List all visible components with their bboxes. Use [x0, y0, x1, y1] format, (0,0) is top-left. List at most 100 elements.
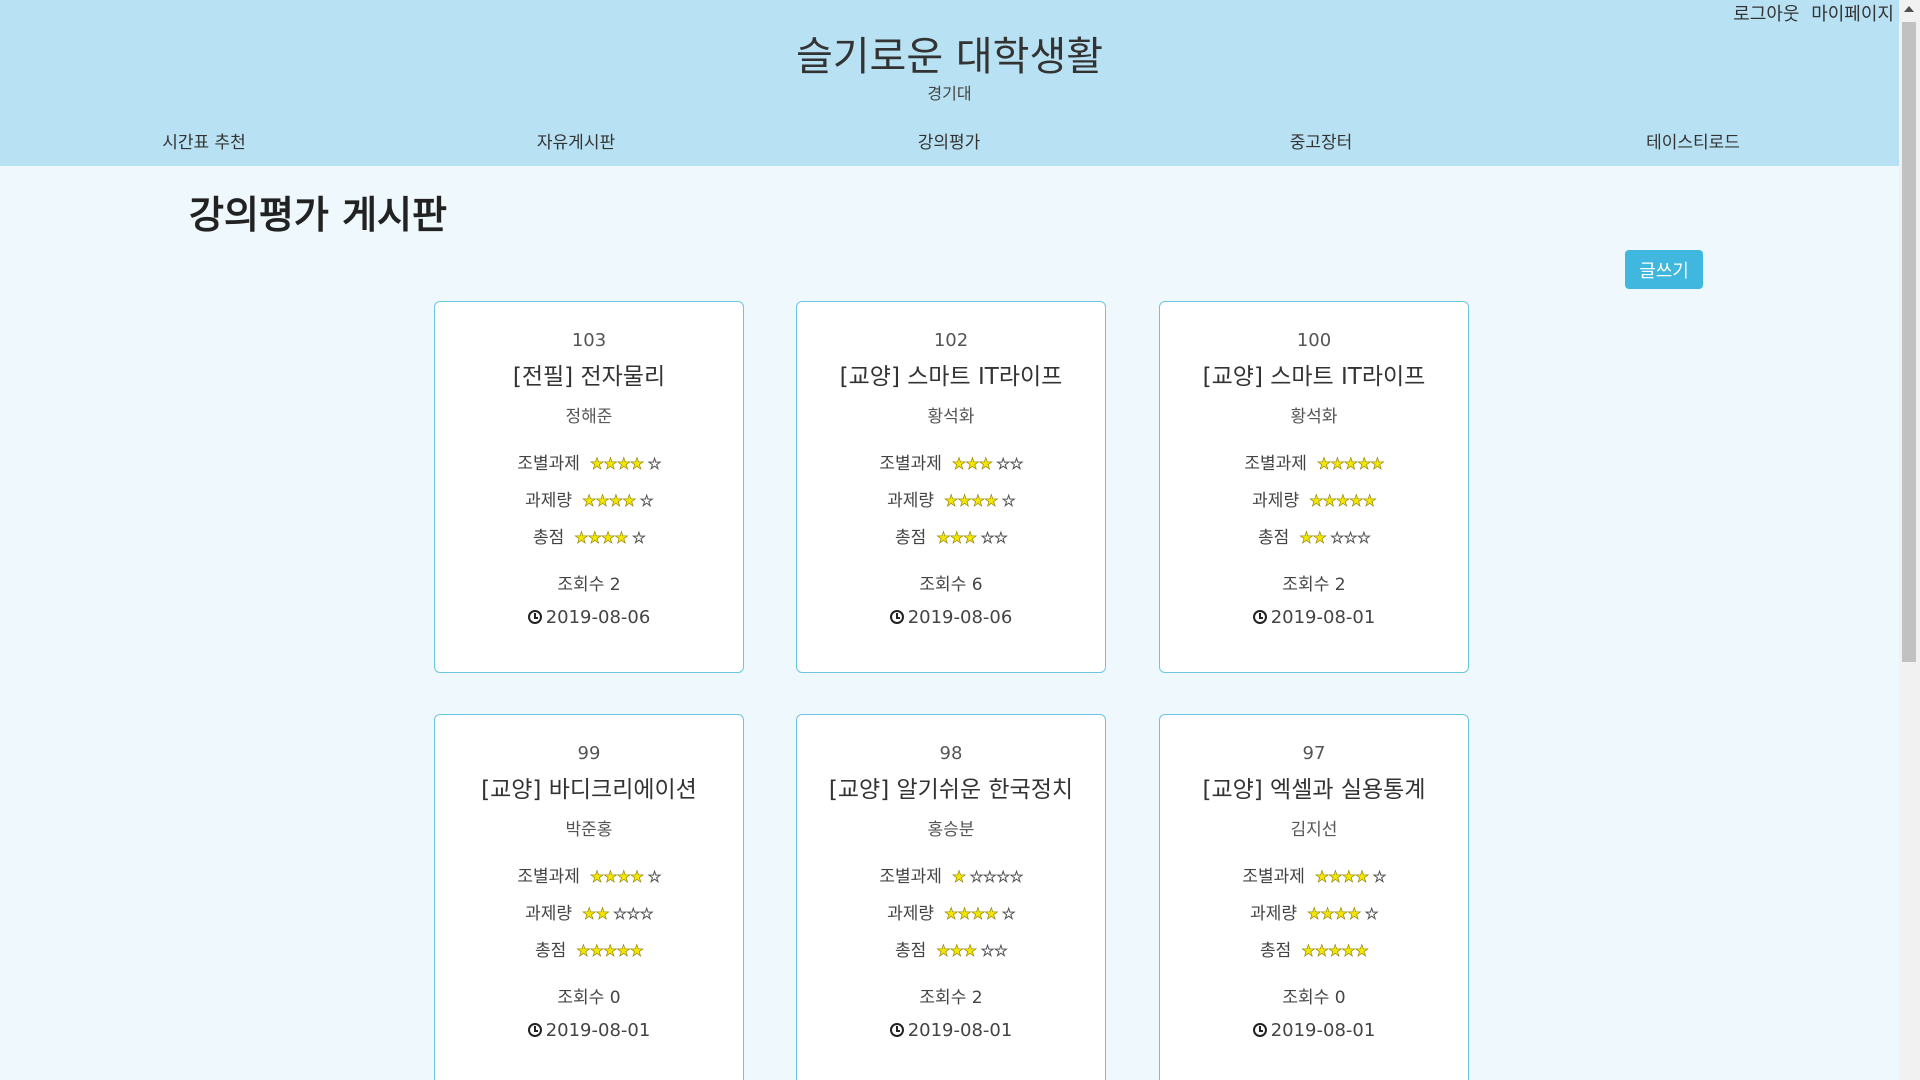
- star-rating-icon: ★★★★ ☆: [589, 867, 662, 887]
- views-label: 조회수: [1282, 575, 1330, 595]
- rating-label: 조별과제: [879, 454, 942, 474]
- site-title[interactable]: 슬기로운 대학생활: [0, 24, 1899, 82]
- view-count: 조회수 0: [1160, 983, 1468, 1008]
- auth-links: 로그아웃 마이페이지: [1727, 0, 1894, 26]
- nav-item-free-board[interactable]: 자유게시판: [537, 128, 615, 153]
- rating-label: 총점: [532, 528, 565, 548]
- post-number: 100: [1296, 330, 1332, 351]
- views-label: 조회수: [919, 988, 967, 1008]
- course-title: [교양] 스마트 IT라이프: [839, 364, 1063, 390]
- rating-team: 조별과제 ★★★ ☆☆: [797, 449, 1105, 474]
- logout-link[interactable]: 로그아웃: [1733, 4, 1799, 25]
- star-rating-icon: ★★★★ ☆: [944, 491, 1016, 511]
- views-value: 2: [971, 988, 983, 1008]
- rating-label: 과제량: [887, 491, 935, 511]
- rating-overall: 총점 ★★★ ☆☆: [797, 936, 1105, 961]
- site-header: 로그아웃 마이페이지 슬기로운 대학생활 경기대 시간표 추천 자유게시판 강의…: [0, 0, 1899, 166]
- rating-label: 조별과제: [1244, 454, 1307, 474]
- professor-name: 박준홍: [565, 820, 613, 840]
- star-rating-icon: ★★★★ ☆: [1314, 867, 1387, 887]
- course-title: [교양] 알기쉬운 한국정치: [828, 777, 1074, 803]
- post-date: 2019-08-01: [797, 1020, 1105, 1041]
- view-count: 조회수 2: [435, 570, 743, 595]
- rating-label: 총점: [894, 941, 927, 961]
- date-value: 2019-08-01: [907, 1020, 1013, 1041]
- views-value: 2: [609, 575, 621, 595]
- rating-workload: 과제량 ★★ ☆☆☆: [435, 899, 743, 924]
- views-value: 2: [1334, 575, 1346, 595]
- date-value: 2019-08-06: [545, 607, 651, 628]
- clock-icon: [889, 610, 904, 624]
- review-card[interactable]: 100 [교양] 스마트 IT라이프 황석화 조별과제 ★★★★★ 과제량 ★★★★★ 총점 ★…: [1159, 301, 1469, 673]
- post-date: 2019-08-01: [1160, 1020, 1468, 1041]
- rating-workload: 과제량 ★★★★ ☆: [797, 899, 1105, 924]
- star-rating-icon: ★★★★★: [576, 941, 644, 961]
- rating-workload: 과제량 ★★★★ ☆: [435, 486, 743, 511]
- professor-name: 황석화: [927, 407, 975, 427]
- site-subtitle: 경기대: [927, 84, 972, 103]
- mypage-link[interactable]: 마이페이지: [1811, 4, 1894, 25]
- nav-item-lecture-review[interactable]: 강의평가: [918, 128, 981, 153]
- date-value: 2019-08-01: [545, 1020, 651, 1041]
- rating-overall: 총점 ★★★★★: [1160, 936, 1468, 961]
- professor-name: 정해준: [565, 407, 613, 427]
- review-card[interactable]: 103 [전필] 전자물리 정해준 조별과제 ★★★★ ☆ 과제량 ★★★★ ☆ 총점 ★★★★…: [434, 301, 744, 673]
- rating-team: 조별과제 ★★★★ ☆: [1160, 862, 1468, 887]
- views-value: 6: [971, 575, 983, 595]
- course-title: [교양] 바디크리에이션: [481, 777, 697, 803]
- post-number: 102: [933, 330, 969, 351]
- scrollbar[interactable]: [1899, 0, 1920, 1080]
- clock-icon: [889, 1023, 904, 1037]
- rating-workload: 과제량 ★★★★ ☆: [1160, 899, 1468, 924]
- nav-item-tasty-road[interactable]: 테이스티로드: [1646, 128, 1740, 153]
- scroll-up-arrow-icon[interactable]: [1904, 6, 1914, 12]
- rating-overall: 총점 ★★★★★: [435, 936, 743, 961]
- write-button[interactable]: 글쓰기: [1625, 250, 1703, 289]
- page-title: 강의평가 게시판: [189, 193, 447, 237]
- rating-overall: 총점 ★★★ ☆☆: [797, 523, 1105, 548]
- star-rating-icon: ★ ☆☆☆☆: [951, 867, 1024, 887]
- date-value: 2019-08-01: [1270, 1020, 1376, 1041]
- scrollbar-thumb[interactable]: [1902, 22, 1916, 662]
- views-label: 조회수: [919, 575, 967, 595]
- clock-icon: [527, 610, 542, 624]
- view-count: 조회수 6: [797, 570, 1105, 595]
- post-date: 2019-08-01: [1160, 607, 1468, 628]
- course-title: [교양] 스마트 IT라이프: [1202, 364, 1426, 390]
- rating-label: 과제량: [887, 904, 935, 924]
- rating-workload: 과제량 ★★★★ ☆: [797, 486, 1105, 511]
- rating-label: 총점: [1260, 941, 1292, 961]
- rating-label: 총점: [1257, 528, 1290, 548]
- review-card[interactable]: 102 [교양] 스마트 IT라이프황석화조별과제 ★★★ ☆☆ 과제량 ★★★★ ☆ 총…: [796, 301, 1106, 673]
- view-count: 조회수 2: [797, 983, 1105, 1008]
- nav-item-market[interactable]: 중고장터: [1290, 128, 1353, 153]
- rating-label: 조별과제: [517, 867, 580, 887]
- post-number: 103: [571, 330, 607, 351]
- review-card[interactable]: 98 [교양] 알기쉬운 한국정치 홍승분 조별과제 ★ ☆☆☆☆ 과제량 ★★★★ ☆ 총점…: [796, 714, 1106, 1080]
- views-label: 조회수: [557, 575, 605, 595]
- date-value: 2019-08-01: [1270, 607, 1376, 628]
- course-title: [교양] 엑셀과 실용통계: [1202, 777, 1426, 803]
- star-rating-icon: ★★★★ ☆: [589, 454, 662, 474]
- review-card[interactable]: 99 [교양] 바디크리에이션 박준홍 조별과제 ★★★★ ☆ 과제량 ★★ ☆☆☆ 총점 ★★…: [434, 714, 744, 1080]
- view-count: 조회수 2: [1160, 570, 1468, 595]
- star-rating-icon: ★★★★ ☆: [574, 528, 646, 548]
- rating-workload: 과제량 ★★★★★: [1160, 486, 1468, 511]
- review-card[interactable]: 97 [교양] 엑셀과 실용통계 김지선 조별과제 ★★★★ ☆ 과제량 ★★★★ ☆ 총점 ★…: [1159, 714, 1469, 1080]
- rating-team: 조별과제 ★★★★ ☆: [435, 862, 743, 887]
- rating-team: 조별과제 ★ ☆☆☆☆: [797, 862, 1105, 887]
- star-rating-icon: ★★★★ ☆: [582, 491, 654, 511]
- rating-overall: 총점 ★★★★ ☆: [435, 523, 743, 548]
- views-label: 조회수: [557, 988, 605, 1008]
- views-value: 0: [609, 988, 621, 1008]
- rating-label: 조별과제: [1242, 867, 1305, 887]
- rating-label: 과제량: [1250, 904, 1298, 924]
- rating-label: 조별과제: [879, 867, 942, 887]
- post-date: 2019-08-01: [435, 1020, 743, 1041]
- star-rating-icon: ★★★★ ☆: [1307, 904, 1379, 924]
- rating-label: 과제량: [1252, 491, 1300, 511]
- nav-item-timetable[interactable]: 시간표 추천: [162, 128, 246, 153]
- star-rating-icon: ★★ ☆☆☆: [1299, 528, 1371, 548]
- clock-icon: [527, 1023, 542, 1037]
- rating-overall: 총점 ★★ ☆☆☆: [1160, 523, 1468, 548]
